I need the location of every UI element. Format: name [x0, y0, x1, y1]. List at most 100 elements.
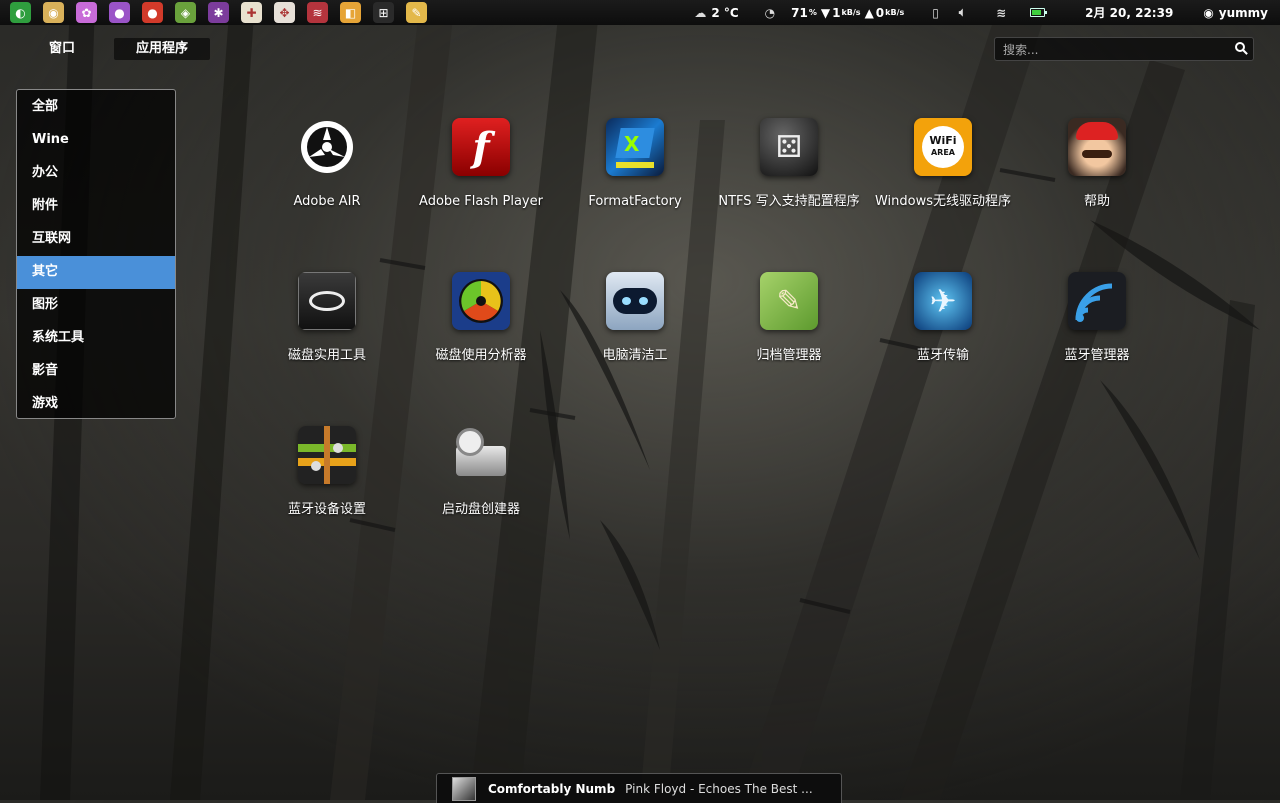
- cloud-icon: ☁: [694, 5, 707, 20]
- app-launcher-item[interactable]: ✈ 蓝牙传输: [866, 269, 1020, 399]
- top-panel: ◐ ◉ ✿ ● ● ◈ ✱ ✚ ✥ ≋ ◧ ⊞ ✎ ☁ 2 °C ◔ 71 % ▼ 1 kB/s ▲ 0…: [0, 0, 1280, 25]
- category-list: 全部 Wine 办公 附件 互联网 其它 图形 系统工具 影音 游戏: [16, 89, 176, 419]
- category-item[interactable]: 系统工具: [17, 322, 175, 355]
- datetime-text: 2月 20, 22:39: [1085, 6, 1174, 20]
- photos-icon[interactable]: ✿: [76, 2, 97, 23]
- disk-utility-icon: [298, 272, 356, 330]
- app-label: 蓝牙传输: [916, 348, 969, 363]
- app-launcher-item[interactable]: X FormatFactory: [558, 115, 712, 245]
- app-launcher-item[interactable]: 启动盘创建器: [404, 423, 558, 553]
- bluetooth-transfer-icon: ✈: [914, 272, 972, 330]
- search-icon[interactable]: [1235, 42, 1245, 52]
- chat-icon[interactable]: ●: [109, 2, 130, 23]
- bluetooth-settings-icon: [298, 426, 356, 484]
- battery-icon[interactable]: [1030, 8, 1048, 17]
- android-icon[interactable]: ◈: [175, 2, 196, 23]
- app-launcher-item[interactable]: 磁盘使用分析器: [404, 269, 558, 399]
- category-item[interactable]: 办公: [17, 157, 175, 190]
- help-mario-icon: [1068, 118, 1126, 176]
- user-menu[interactable]: ◉ yummy: [1203, 0, 1268, 25]
- user-name: yummy: [1218, 5, 1268, 20]
- category-item[interactable]: 全部: [17, 91, 175, 124]
- user-icon: ◉: [1203, 5, 1214, 20]
- weather-indicator[interactable]: ☁ 2 °C: [694, 0, 738, 25]
- now-playing-bar[interactable]: Comfortably Numb Pink Floyd - Echoes The…: [436, 773, 842, 803]
- system-monitor-indicator[interactable]: ◔ 71 % ▼ 1 kB/s ▲ 0 kB/s: [765, 0, 905, 25]
- app-launcher-item[interactable]: Adobe AIR: [250, 115, 404, 245]
- net-up-unit: kB/s: [885, 8, 905, 17]
- app-launcher-item[interactable]: 磁盘实用工具: [250, 269, 404, 399]
- angry-birds-icon[interactable]: ●: [142, 2, 163, 23]
- panel-indicators: ☁ 2 °C ◔ 71 % ▼ 1 kB/s ▲ 0 kB/s ▯ 🔈︎ ≋ 2…: [694, 0, 1280, 25]
- category-item[interactable]: 影音: [17, 355, 175, 388]
- category-item[interactable]: Wine: [17, 124, 175, 157]
- adobe-flash-icon: f: [452, 118, 510, 176]
- song-title: Comfortably Numb: [488, 781, 616, 796]
- computer-janitor-icon: [606, 272, 664, 330]
- bluetooth-manager-icon: [1068, 272, 1126, 330]
- app-launcher-item[interactable]: f Adobe Flash Player: [404, 115, 558, 245]
- net-up-value: 0: [875, 5, 885, 20]
- category-item[interactable]: 图形: [17, 289, 175, 322]
- deepin-icon[interactable]: ◐: [10, 2, 31, 23]
- mahjong-icon[interactable]: ✚: [241, 2, 262, 23]
- clipboard-indicator[interactable]: ▯ 🔈︎ ≋: [932, 0, 1061, 25]
- adobe-air-icon: [298, 118, 356, 176]
- search-box: [994, 37, 1254, 61]
- app-label: 蓝牙设备设置: [287, 502, 366, 517]
- windows-icon[interactable]: ⊞: [373, 2, 394, 23]
- net-down-value: 1: [832, 5, 841, 20]
- up-arrow-icon: ▲: [864, 5, 874, 20]
- net-down-unit: kB/s: [841, 8, 861, 17]
- app-label: Adobe AIR: [293, 194, 361, 209]
- volume-icon[interactable]: 🔈︎: [959, 5, 966, 20]
- app-launcher-item[interactable]: 电脑清洁工: [558, 269, 712, 399]
- monitor-icon: ◔: [764, 5, 776, 20]
- category-item[interactable]: 互联网: [17, 223, 175, 256]
- disk-usage-analyzer-icon: [452, 272, 510, 330]
- tab-windows[interactable]: 窗口: [36, 38, 88, 60]
- search-input[interactable]: [1001, 40, 1225, 60]
- office-icon[interactable]: ◧: [340, 2, 361, 23]
- startup-disk-creator-icon: [452, 426, 510, 484]
- app-label: Windows无线驱动程序: [874, 194, 1012, 209]
- album-art: [452, 776, 476, 801]
- quick-launcher: ◐ ◉ ✿ ● ● ◈ ✱ ✚ ✥ ≋ ◧ ⊞ ✎: [0, 0, 439, 25]
- app-label: 电脑清洁工: [602, 348, 668, 363]
- weather-text: 2 °C: [711, 5, 739, 20]
- cpu-unit: %: [808, 8, 817, 17]
- puzzle-icon[interactable]: ✥: [274, 2, 295, 23]
- app-launcher-item[interactable]: ⚄ NTFS 写入支持配置程序: [712, 115, 866, 245]
- tab-applications[interactable]: 应用程序: [114, 38, 210, 60]
- app-label: Adobe Flash Player: [419, 194, 543, 209]
- app-label: 帮助: [1083, 194, 1110, 209]
- song-artist: Pink Floyd - Echoes The Best ...: [625, 781, 813, 796]
- app-label: 启动盘创建器: [441, 502, 520, 517]
- plant-icon[interactable]: ✱: [208, 2, 229, 23]
- archive-manager-icon: ✎: [760, 272, 818, 330]
- category-item[interactable]: 游戏: [17, 388, 175, 421]
- app-label: 磁盘实用工具: [287, 348, 366, 363]
- wifi-area-icon: WiFi AREA: [914, 118, 972, 176]
- clock[interactable]: 2月 20, 22:39: [1085, 0, 1173, 25]
- app-launcher-item[interactable]: 帮助: [1020, 115, 1174, 245]
- app-launcher-item[interactable]: 蓝牙管理器: [1020, 269, 1174, 399]
- notes-icon[interactable]: ✎: [406, 2, 427, 23]
- category-item[interactable]: 附件: [17, 190, 175, 223]
- zebra-icon[interactable]: ≋: [307, 2, 328, 23]
- format-factory-icon: X: [606, 118, 664, 176]
- app-label: FormatFactory: [588, 194, 682, 209]
- app-label: 磁盘使用分析器: [435, 348, 527, 363]
- app-launcher-item[interactable]: ✎ 归档管理器: [712, 269, 866, 399]
- app-label: NTFS 写入支持配置程序: [718, 194, 860, 209]
- clipboard-icon: ▯: [932, 5, 939, 20]
- ntfs-config-icon: ⚄: [760, 118, 818, 176]
- app-label: 归档管理器: [756, 348, 822, 363]
- security-camera-icon[interactable]: ◉: [43, 2, 64, 23]
- app-launcher-item[interactable]: 蓝牙设备设置: [250, 423, 404, 553]
- app-label: 蓝牙管理器: [1064, 348, 1130, 363]
- app-launcher-item[interactable]: WiFi AREA Windows无线驱动程序: [866, 115, 1020, 245]
- wifi-icon[interactable]: ≋: [996, 6, 1006, 20]
- category-item[interactable]: 其它: [17, 256, 175, 289]
- cpu-value: 71: [791, 5, 808, 20]
